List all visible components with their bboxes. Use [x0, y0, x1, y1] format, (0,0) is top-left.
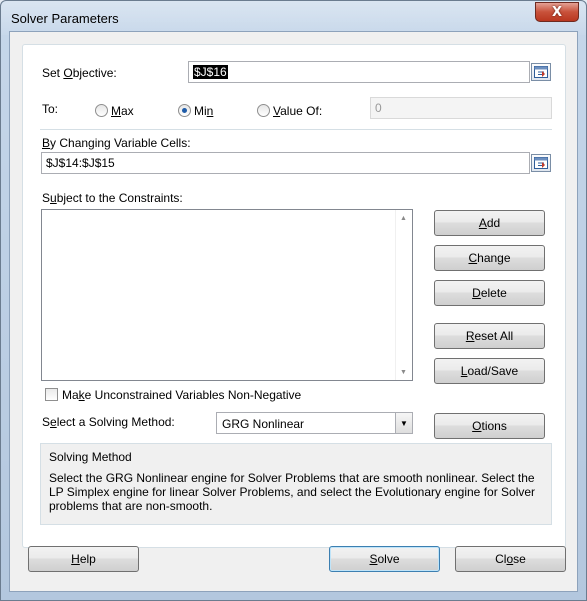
nonnegative-label[interactable]: Make Unconstrained Variables Non-Negativ… — [62, 388, 301, 402]
changing-cells-input[interactable]: $J$14:$J$15 — [41, 152, 530, 174]
solving-method-value: GRG Nonlinear — [222, 417, 305, 431]
value-of-radio[interactable] — [257, 104, 270, 117]
close-window-button[interactable]: X — [535, 2, 579, 22]
dropdown-arrow-icon[interactable]: ▼ — [395, 413, 412, 433]
options-button[interactable]: Otions — [434, 413, 545, 439]
constraints-scrollbar[interactable]: ▲ ▼ — [395, 210, 412, 380]
scroll-down-icon[interactable]: ▼ — [400, 369, 407, 376]
title-bar[interactable]: Solver Parameters X — [1, 1, 586, 35]
method-desc-text: Select the GRG Nonlinear engine for Solv… — [49, 471, 536, 513]
solving-method-label: Select a Solving Method: — [42, 415, 175, 429]
value-of-value: 0 — [375, 101, 382, 115]
method-desc-heading: Solving Method — [49, 450, 132, 464]
solving-method-description: Solving Method Select the GRG Nonlinear … — [40, 443, 552, 525]
constraints-list[interactable]: ▲ ▼ — [41, 209, 413, 381]
to-label: To: — [42, 102, 59, 116]
objective-label: Set Objective: — [42, 66, 117, 80]
close-button[interactable]: Cl o se — [455, 546, 566, 572]
close-icon: X — [551, 4, 563, 20]
max-label[interactable]: Max — [111, 104, 134, 118]
help-button[interactable]: Help — [28, 546, 139, 572]
value-of-label[interactable]: Value Of: — [273, 104, 322, 118]
changing-cells-collapse-button[interactable] — [531, 154, 551, 172]
dialog-body: Set Objective: $J$16 To: Max Min Value O… — [9, 31, 578, 592]
changing-cells-label: By Changing Variable Cells: — [42, 136, 191, 150]
min-radio[interactable] — [178, 104, 191, 117]
objective-value: $J$16 — [193, 65, 228, 79]
objective-collapse-button[interactable] — [531, 63, 551, 81]
load-save-button[interactable]: Load/Save — [434, 358, 545, 384]
constraints-label: Subject to the Constraints: — [42, 191, 183, 205]
min-label[interactable]: Min — [194, 104, 213, 118]
divider — [40, 129, 552, 130]
delete-button[interactable]: Delete — [434, 280, 545, 306]
solver-dialog: Solver Parameters X Set Objective: $J$16… — [0, 0, 587, 601]
change-button[interactable]: Change — [434, 245, 545, 271]
max-radio[interactable] — [95, 104, 108, 117]
scroll-up-icon[interactable]: ▲ — [400, 215, 407, 222]
objective-input[interactable]: $J$16 — [188, 61, 530, 83]
add-button[interactable]: Add — [434, 210, 545, 236]
range-select-icon — [534, 66, 548, 78]
range-select-icon — [534, 157, 548, 169]
solve-button[interactable]: Solve — [329, 546, 440, 572]
nonnegative-checkbox[interactable] — [45, 388, 58, 401]
solving-method-select[interactable]: GRG Nonlinear ▼ — [216, 412, 413, 434]
value-of-input[interactable]: 0 — [370, 97, 552, 119]
reset-all-button[interactable]: Reset All — [434, 323, 545, 349]
changing-cells-value: $J$14:$J$15 — [46, 156, 115, 170]
window-title: Solver Parameters — [11, 11, 119, 26]
